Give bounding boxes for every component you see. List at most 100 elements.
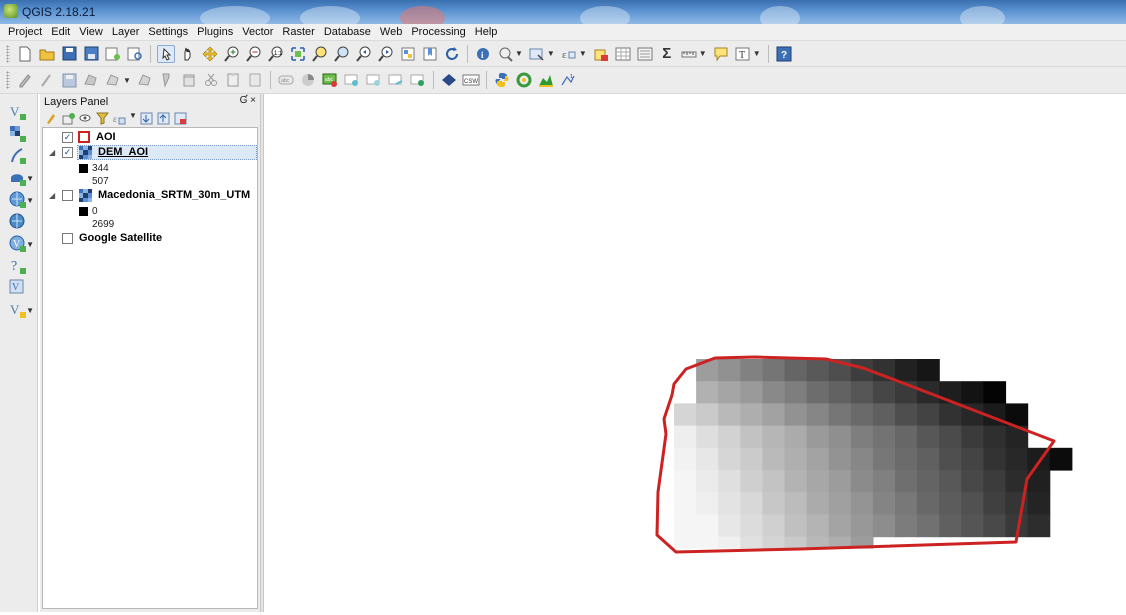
chevron-down-icon[interactable]: ▼ — [753, 49, 761, 58]
select-by-expression-icon[interactable] — [528, 45, 546, 63]
layer-row-google-satellite[interactable]: Google Satellite — [43, 231, 257, 246]
composer-manager-icon[interactable] — [126, 45, 144, 63]
layer-row-macedonia[interactable]: ◢ Macedonia_SRTM_30m_UTM — [43, 188, 257, 203]
open-layer-styling-icon[interactable] — [44, 111, 58, 125]
current-edits-icon[interactable] — [16, 71, 34, 89]
change-label-icon[interactable] — [409, 71, 427, 89]
clipboard-icon[interactable] — [246, 71, 264, 89]
zoom-in-icon[interactable] — [223, 45, 241, 63]
menu-layer[interactable]: Layer — [108, 24, 145, 40]
save-as-icon[interactable] — [82, 45, 100, 63]
attribute-table-icon[interactable] — [614, 45, 632, 63]
menu-project[interactable]: Project — [4, 24, 47, 40]
expand-arrow-icon[interactable]: ◢ — [49, 191, 55, 200]
move-feature-icon[interactable] — [104, 71, 122, 89]
menu-settings[interactable]: Settings — [144, 24, 193, 40]
node-tool-icon[interactable] — [136, 71, 154, 89]
expand-all-icon[interactable] — [140, 111, 154, 125]
manage-map-themes-icon[interactable] — [78, 111, 92, 125]
copy-features-icon[interactable] — [202, 71, 220, 89]
chevron-down-icon[interactable]: ▼ — [579, 49, 587, 58]
add-group-icon[interactable] — [61, 111, 75, 125]
pin-labels-icon[interactable]: abc — [321, 71, 339, 89]
terrain-profile-icon[interactable] — [537, 71, 555, 89]
menu-edit[interactable]: Edit — [47, 24, 75, 40]
move-label-icon[interactable] — [365, 71, 383, 89]
zoom-full-icon[interactable] — [289, 45, 307, 63]
chevron-down-icon[interactable]: ▼ — [129, 111, 137, 127]
pan-to-selection-icon[interactable] — [201, 45, 219, 63]
menu-processing[interactable]: Processing — [407, 24, 470, 40]
menu-view[interactable]: View — [75, 24, 108, 40]
pan-icon[interactable] — [179, 45, 197, 63]
toolbar-grip[interactable] — [6, 44, 10, 63]
plugin-reloader-icon[interactable] — [515, 71, 533, 89]
paste-features-icon[interactable] — [224, 71, 242, 89]
label-toolbar-icon[interactable]: abc — [277, 71, 295, 89]
chevron-down-icon[interactable]: ▼ — [123, 76, 131, 85]
save-project-icon[interactable] — [60, 45, 78, 63]
identify-icon[interactable]: i — [474, 45, 492, 63]
python-icon[interactable] — [493, 71, 511, 89]
bookmark-icon[interactable] — [421, 45, 439, 63]
filter-by-expression-icon[interactable]: ε — [112, 111, 126, 125]
zoom-next-icon[interactable] — [377, 45, 395, 63]
select-by-value-icon[interactable]: ε — [560, 45, 578, 63]
layer-row-dem-aoi[interactable]: ◢ ✓ DEM_AOI — [43, 145, 257, 160]
zoom-to-layer-icon[interactable] — [333, 45, 351, 63]
chevron-down-icon[interactable]: ▼ — [699, 49, 707, 58]
layer-visibility-checkbox[interactable]: ✓ — [62, 132, 73, 143]
add-feature-icon[interactable] — [82, 71, 100, 89]
help-contents-icon[interactable]: ? — [775, 45, 793, 63]
field-calculator-icon[interactable] — [636, 45, 654, 63]
zoom-last-icon[interactable] — [355, 45, 373, 63]
add-vector-layer-icon[interactable]: V — [8, 102, 28, 122]
collapse-all-icon[interactable] — [157, 111, 171, 125]
layer-row-aoi[interactable]: ✓ AOI — [43, 130, 257, 145]
refresh-icon[interactable] — [443, 45, 461, 63]
menu-plugins[interactable]: Plugins — [193, 24, 238, 40]
text-annotation-icon[interactable]: T — [734, 45, 752, 63]
add-oracle-layer-icon[interactable]: V — [8, 278, 28, 298]
new-project-icon[interactable] — [16, 45, 34, 63]
diagram-toolbar-icon[interactable] — [299, 71, 317, 89]
toggle-editing-icon[interactable] — [38, 71, 56, 89]
remove-layer-icon[interactable] — [174, 111, 188, 125]
open-project-icon[interactable] — [38, 45, 56, 63]
sum-icon[interactable]: Σ — [658, 45, 676, 63]
add-wfs-layer-icon[interactable]: V ▼ — [8, 234, 34, 254]
menu-vector[interactable]: Vector — [238, 24, 278, 40]
expand-arrow-icon[interactable]: ◢ — [49, 148, 55, 157]
chevron-down-icon[interactable]: ▼ — [26, 240, 34, 249]
delete-selected-icon[interactable] — [158, 71, 176, 89]
tile-scale-icon[interactable] — [399, 45, 417, 63]
add-raster-layer-icon[interactable] — [8, 124, 28, 144]
csw-icon[interactable]: CSW — [462, 71, 480, 89]
rotate-label-icon[interactable] — [387, 71, 405, 89]
panel-float-close-controls[interactable]: Ɠ × — [240, 95, 256, 106]
menu-help[interactable]: Help — [471, 24, 503, 40]
select-features-icon[interactable] — [496, 45, 514, 63]
zoom-1-1-icon[interactable]: 1:1 — [267, 45, 285, 63]
zoom-out-icon[interactable] — [245, 45, 263, 63]
chevron-down-icon[interactable]: ▼ — [547, 49, 555, 58]
metasearch-icon[interactable] — [440, 71, 458, 89]
cut-features-icon[interactable] — [180, 71, 198, 89]
map-tips-icon[interactable] — [712, 45, 730, 63]
measure-profile-icon[interactable]: 1 — [559, 71, 577, 89]
touch-zoom-icon[interactable] — [157, 44, 175, 63]
add-delimited-text-icon[interactable] — [8, 146, 28, 166]
new-print-composer-icon[interactable] — [104, 45, 122, 63]
add-virtual-layer-icon[interactable]: ? — [8, 256, 28, 276]
new-shapefile-layer-icon[interactable]: V ▼ — [8, 300, 34, 320]
add-wcs-layer-icon[interactable] — [8, 212, 28, 232]
add-wms-layer-icon[interactable]: ▼ — [8, 190, 34, 210]
add-spatialite-layer-icon[interactable]: ▼ — [8, 168, 34, 188]
toolbar-grip[interactable] — [6, 71, 10, 89]
measure-line-icon[interactable] — [680, 45, 698, 63]
chevron-down-icon[interactable]: ▼ — [26, 306, 34, 315]
chevron-down-icon[interactable]: ▼ — [515, 49, 523, 58]
menu-web[interactable]: Web — [376, 24, 407, 40]
menu-database[interactable]: Database — [320, 24, 376, 40]
layer-visibility-checkbox[interactable]: ✓ — [62, 147, 73, 158]
